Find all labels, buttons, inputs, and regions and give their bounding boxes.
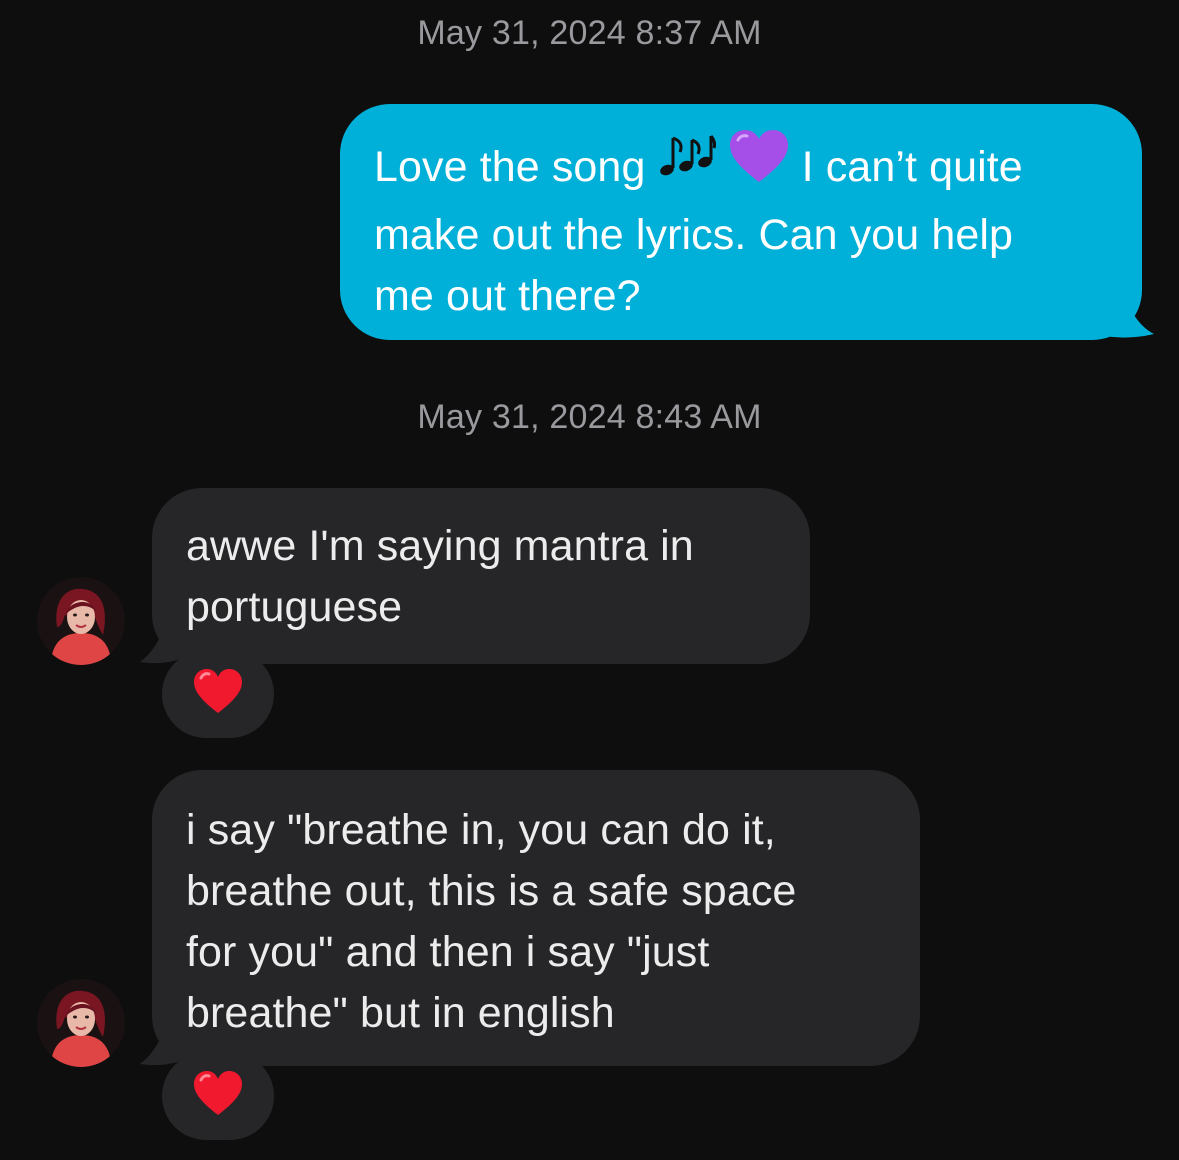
- music-notes-icon: [658, 134, 716, 197]
- avatar[interactable]: [37, 577, 125, 665]
- message-line: Love the song I can’t quite: [374, 130, 1122, 205]
- outgoing-message-bubble[interactable]: Love the song I can’t quite make out the…: [340, 104, 1142, 340]
- message-timestamp: May 31, 2024 8:37 AM: [417, 14, 762, 52]
- reaction-badge[interactable]: [162, 1052, 274, 1140]
- message-line: portuguese: [186, 583, 403, 631]
- message-line: i say "breathe in, you can do it,: [186, 806, 776, 854]
- message-line: breathe out, this is a safe space: [186, 867, 797, 915]
- reaction-badge[interactable]: [162, 650, 274, 738]
- message-line: make out the lyrics. Can you help: [374, 211, 1014, 259]
- message-line: breathe" but in english: [186, 989, 615, 1037]
- incoming-message-bubble[interactable]: i say "breathe in, you can do it, breath…: [152, 770, 920, 1066]
- message-text: Love the song: [374, 142, 646, 191]
- avatar[interactable]: [37, 979, 125, 1067]
- incoming-message-bubble[interactable]: awwe I'm saying mantra in portuguese: [152, 488, 810, 664]
- message-timestamp: May 31, 2024 8:43 AM: [417, 398, 762, 436]
- message-line: me out there?: [374, 272, 641, 320]
- message-line: awwe I'm saying mantra in: [186, 522, 694, 570]
- bubble-tail: [1100, 290, 1154, 338]
- red-heart-icon: [193, 1070, 243, 1122]
- red-heart-icon: [193, 668, 243, 720]
- message-text: I can’t quite: [801, 142, 1023, 191]
- purple-heart-icon: [728, 130, 790, 201]
- message-line: for you" and then i say "just: [186, 928, 710, 976]
